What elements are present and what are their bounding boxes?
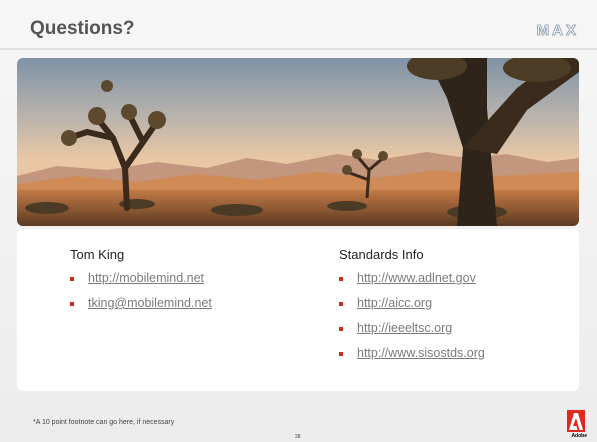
bullet-icon <box>339 302 343 306</box>
email-link[interactable]: tking@mobilemind.net <box>88 296 212 310</box>
list-item: http://aicc.org <box>339 296 485 321</box>
list-item: http://www.sisostds.org <box>339 346 485 371</box>
slide: Questions? MAX Tom King http://mobilemin… <box>0 0 597 442</box>
page-number: 28 <box>295 434 301 440</box>
contact-heading: Tom King <box>70 247 125 262</box>
joshua-tree-landscape-image <box>17 58 579 226</box>
website-link[interactable]: http://mobilemind.net <box>88 271 204 285</box>
contact-column: Tom King http://mobilemind.net tking@mob… <box>70 247 212 321</box>
adlnet-link[interactable]: http://www.adlnet.gov <box>357 271 476 285</box>
bullet-icon <box>339 352 343 356</box>
sisostds-link[interactable]: http://www.sisostds.org <box>357 346 485 360</box>
list-item: http://www.adlnet.gov <box>339 271 485 296</box>
standards-column: Standards Info http://www.adlnet.gov htt… <box>339 247 485 371</box>
header-divider <box>0 48 597 50</box>
contact-link-list: http://mobilemind.net tking@mobilemind.n… <box>70 271 212 321</box>
ieeeltsc-link[interactable]: http://ieeeltsc.org <box>357 321 452 335</box>
slide-title: Questions? <box>30 18 135 39</box>
bullet-icon <box>70 277 74 281</box>
adobe-logo-label: Adobe <box>571 433 587 439</box>
list-item: http://mobilemind.net <box>70 271 212 296</box>
bullet-icon <box>339 327 343 331</box>
list-item: http://ieeeltsc.org <box>339 321 485 346</box>
standards-link-list: http://www.adlnet.gov http://aicc.org ht… <box>339 271 485 371</box>
aicc-link[interactable]: http://aicc.org <box>357 296 432 310</box>
standards-heading: Standards Info <box>339 247 424 262</box>
footnote: *A 10 point footnote can go here, if nec… <box>33 419 175 426</box>
list-item: tking@mobilemind.net <box>70 296 212 321</box>
bullet-icon <box>70 302 74 306</box>
content-panel: Tom King http://mobilemind.net tking@mob… <box>17 229 579 391</box>
max-logo: MAX <box>536 22 579 40</box>
bullet-icon <box>339 277 343 281</box>
desert-photo <box>17 58 579 226</box>
adobe-logo-icon <box>567 410 585 432</box>
